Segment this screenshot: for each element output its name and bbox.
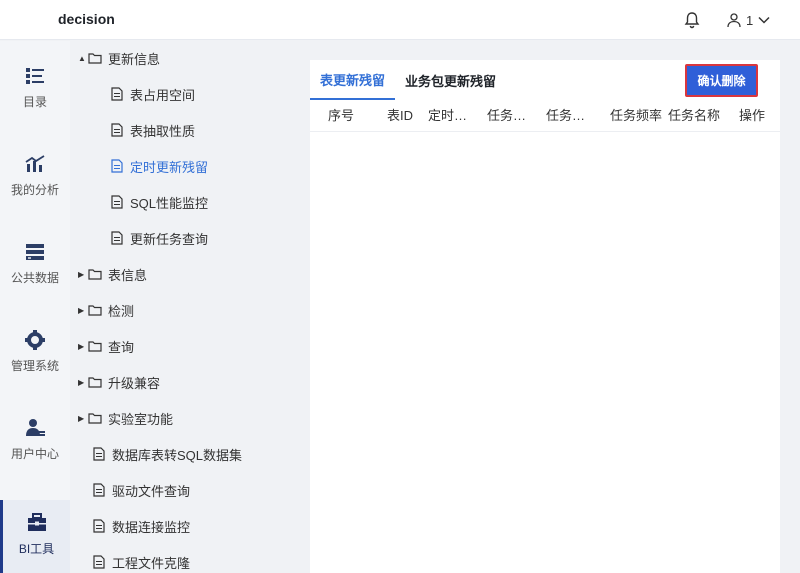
collapsed-arrow-icon: ▶: [78, 413, 85, 423]
column-header: 定时任务: [428, 108, 478, 123]
document-icon: [111, 87, 123, 101]
tree-label: 更新任务查询: [130, 231, 209, 247]
folder-icon: [88, 377, 102, 388]
nav-label: 我的分析: [10, 183, 59, 197]
tree-item-scheduled-residue[interactable]: 定时更新残留: [110, 155, 208, 177]
tab-bar: 表更新残留 业务包更新残留: [310, 60, 506, 100]
database-icon: [26, 244, 44, 260]
column-header: 操作: [739, 108, 766, 123]
column-header: 表ID: [387, 108, 414, 123]
tree-label: 表占用空间: [130, 87, 196, 103]
gear-icon: [25, 330, 45, 350]
column-header: 序号: [328, 108, 355, 123]
tree-item-sql-monitor[interactable]: SQL性能监控: [110, 191, 208, 213]
main-panel: 表更新残留 业务包更新残留 确认删除 序号 表ID 定时任务 任务开始 任务结束…: [310, 60, 780, 573]
document-icon: [111, 231, 123, 245]
bell-icon[interactable]: [682, 10, 702, 30]
list-icon: [26, 68, 44, 84]
nav-item-bi-tools[interactable]: BI工具: [0, 500, 70, 573]
collapsed-arrow-icon: ▶: [78, 269, 85, 279]
tree-item-table-space[interactable]: 表占用空间: [110, 83, 195, 105]
column-header: 任务开始: [487, 108, 537, 123]
folder-icon: [88, 413, 102, 424]
tree-label: 工程文件克隆: [112, 555, 191, 571]
document-icon: [93, 483, 105, 497]
document-icon: [111, 123, 123, 137]
nav-item-public-data[interactable]: 公共数据: [0, 217, 70, 297]
nav-label: BI工具: [18, 542, 55, 556]
document-icon: [111, 195, 123, 209]
user-icon: [727, 13, 741, 28]
tree-folder-lab[interactable]: ▶ 实验室功能: [78, 407, 173, 429]
tab-table-residue[interactable]: 表更新残留: [310, 60, 396, 100]
tree-item-extract-property[interactable]: 表抽取性质: [110, 119, 195, 141]
collapsed-arrow-icon: ▶: [78, 341, 85, 351]
tab-package-residue[interactable]: 业务包更新残留: [395, 60, 506, 100]
nav-item-management[interactable]: 管理系统: [0, 305, 70, 385]
folder-icon: [88, 305, 102, 316]
table-header: 序号 表ID 定时任务 任务开始 任务结束 任务频率 任务名称 操作: [310, 100, 780, 132]
document-icon: [93, 519, 105, 533]
document-icon: [111, 159, 123, 173]
collapsed-arrow-icon: ▶: [78, 377, 85, 387]
tree-label: 数据库表转SQL数据集: [112, 447, 243, 463]
user-menu[interactable]: 1: [726, 9, 771, 31]
top-header: decision 1: [0, 0, 800, 40]
nav-label: 管理系统: [10, 359, 59, 373]
user-name: 1: [746, 12, 754, 28]
tree-item-connection-monitor[interactable]: 数据连接监控: [92, 515, 190, 537]
tree-label: 数据连接监控: [112, 519, 191, 535]
tree-folder-detect[interactable]: ▶ 检测: [78, 299, 134, 321]
tree-folder-upgrade[interactable]: ▶ 升级兼容: [78, 371, 160, 393]
document-icon: [93, 447, 105, 461]
tree-label: 升级兼容: [108, 375, 161, 391]
confirm-delete-button[interactable]: 确认删除: [685, 64, 758, 97]
document-icon: [93, 555, 105, 569]
expanded-arrow-icon: ▲: [78, 53, 86, 63]
user-icon: [26, 419, 45, 436]
tree-item-update-task-query[interactable]: 更新任务查询: [110, 227, 208, 249]
toolbox-icon: [27, 513, 46, 531]
nav-item-user-center[interactable]: 用户中心: [0, 393, 70, 473]
tree-label: 实验室功能: [108, 411, 174, 427]
nav-item-catalog[interactable]: 目录: [0, 41, 70, 121]
side-nav: 目录 我的分析 公共数据 管理系统 用户中心 BI工具: [0, 41, 70, 573]
app-title: decision: [58, 11, 115, 27]
chart-icon: [25, 155, 45, 172]
collapsed-arrow-icon: ▶: [78, 305, 85, 315]
column-header: 任务结束: [546, 108, 596, 123]
tree-label: 表信息: [108, 267, 148, 283]
tool-tree: ▲ 更新信息 表占用空间 表抽取性质 定时更新残留 SQL性能监控 更新任务查询…: [70, 41, 302, 573]
folder-icon: [88, 53, 102, 64]
nav-item-my-analysis[interactable]: 我的分析: [0, 129, 70, 209]
column-header: 任务名称: [668, 108, 721, 123]
nav-label: 目录: [22, 95, 47, 109]
tree-label: 定时更新残留: [130, 159, 209, 175]
tree-folder-update-info[interactable]: ▲ 更新信息: [78, 47, 160, 69]
tree-item-db-to-sql[interactable]: 数据库表转SQL数据集: [92, 443, 242, 465]
tree-item-driver-query[interactable]: 驱动文件查询: [92, 479, 190, 501]
tree-item-project-clone[interactable]: 工程文件克隆: [92, 551, 190, 573]
tree-label: 检测: [108, 303, 135, 319]
tree-label: 表抽取性质: [130, 123, 196, 139]
folder-icon: [88, 341, 102, 352]
tree-label: SQL性能监控: [130, 195, 209, 211]
tree-folder-table-info[interactable]: ▶ 表信息: [78, 263, 147, 285]
tree-folder-query[interactable]: ▶ 查询: [78, 335, 134, 357]
nav-label: 用户中心: [10, 447, 59, 461]
tree-label: 更新信息: [108, 51, 161, 67]
folder-icon: [88, 269, 102, 280]
tree-label: 驱动文件查询: [112, 483, 191, 499]
chevron-down-icon: [758, 16, 770, 24]
tree-label: 查询: [108, 339, 135, 355]
column-header: 任务频率: [610, 108, 663, 123]
nav-label: 公共数据: [10, 271, 59, 285]
